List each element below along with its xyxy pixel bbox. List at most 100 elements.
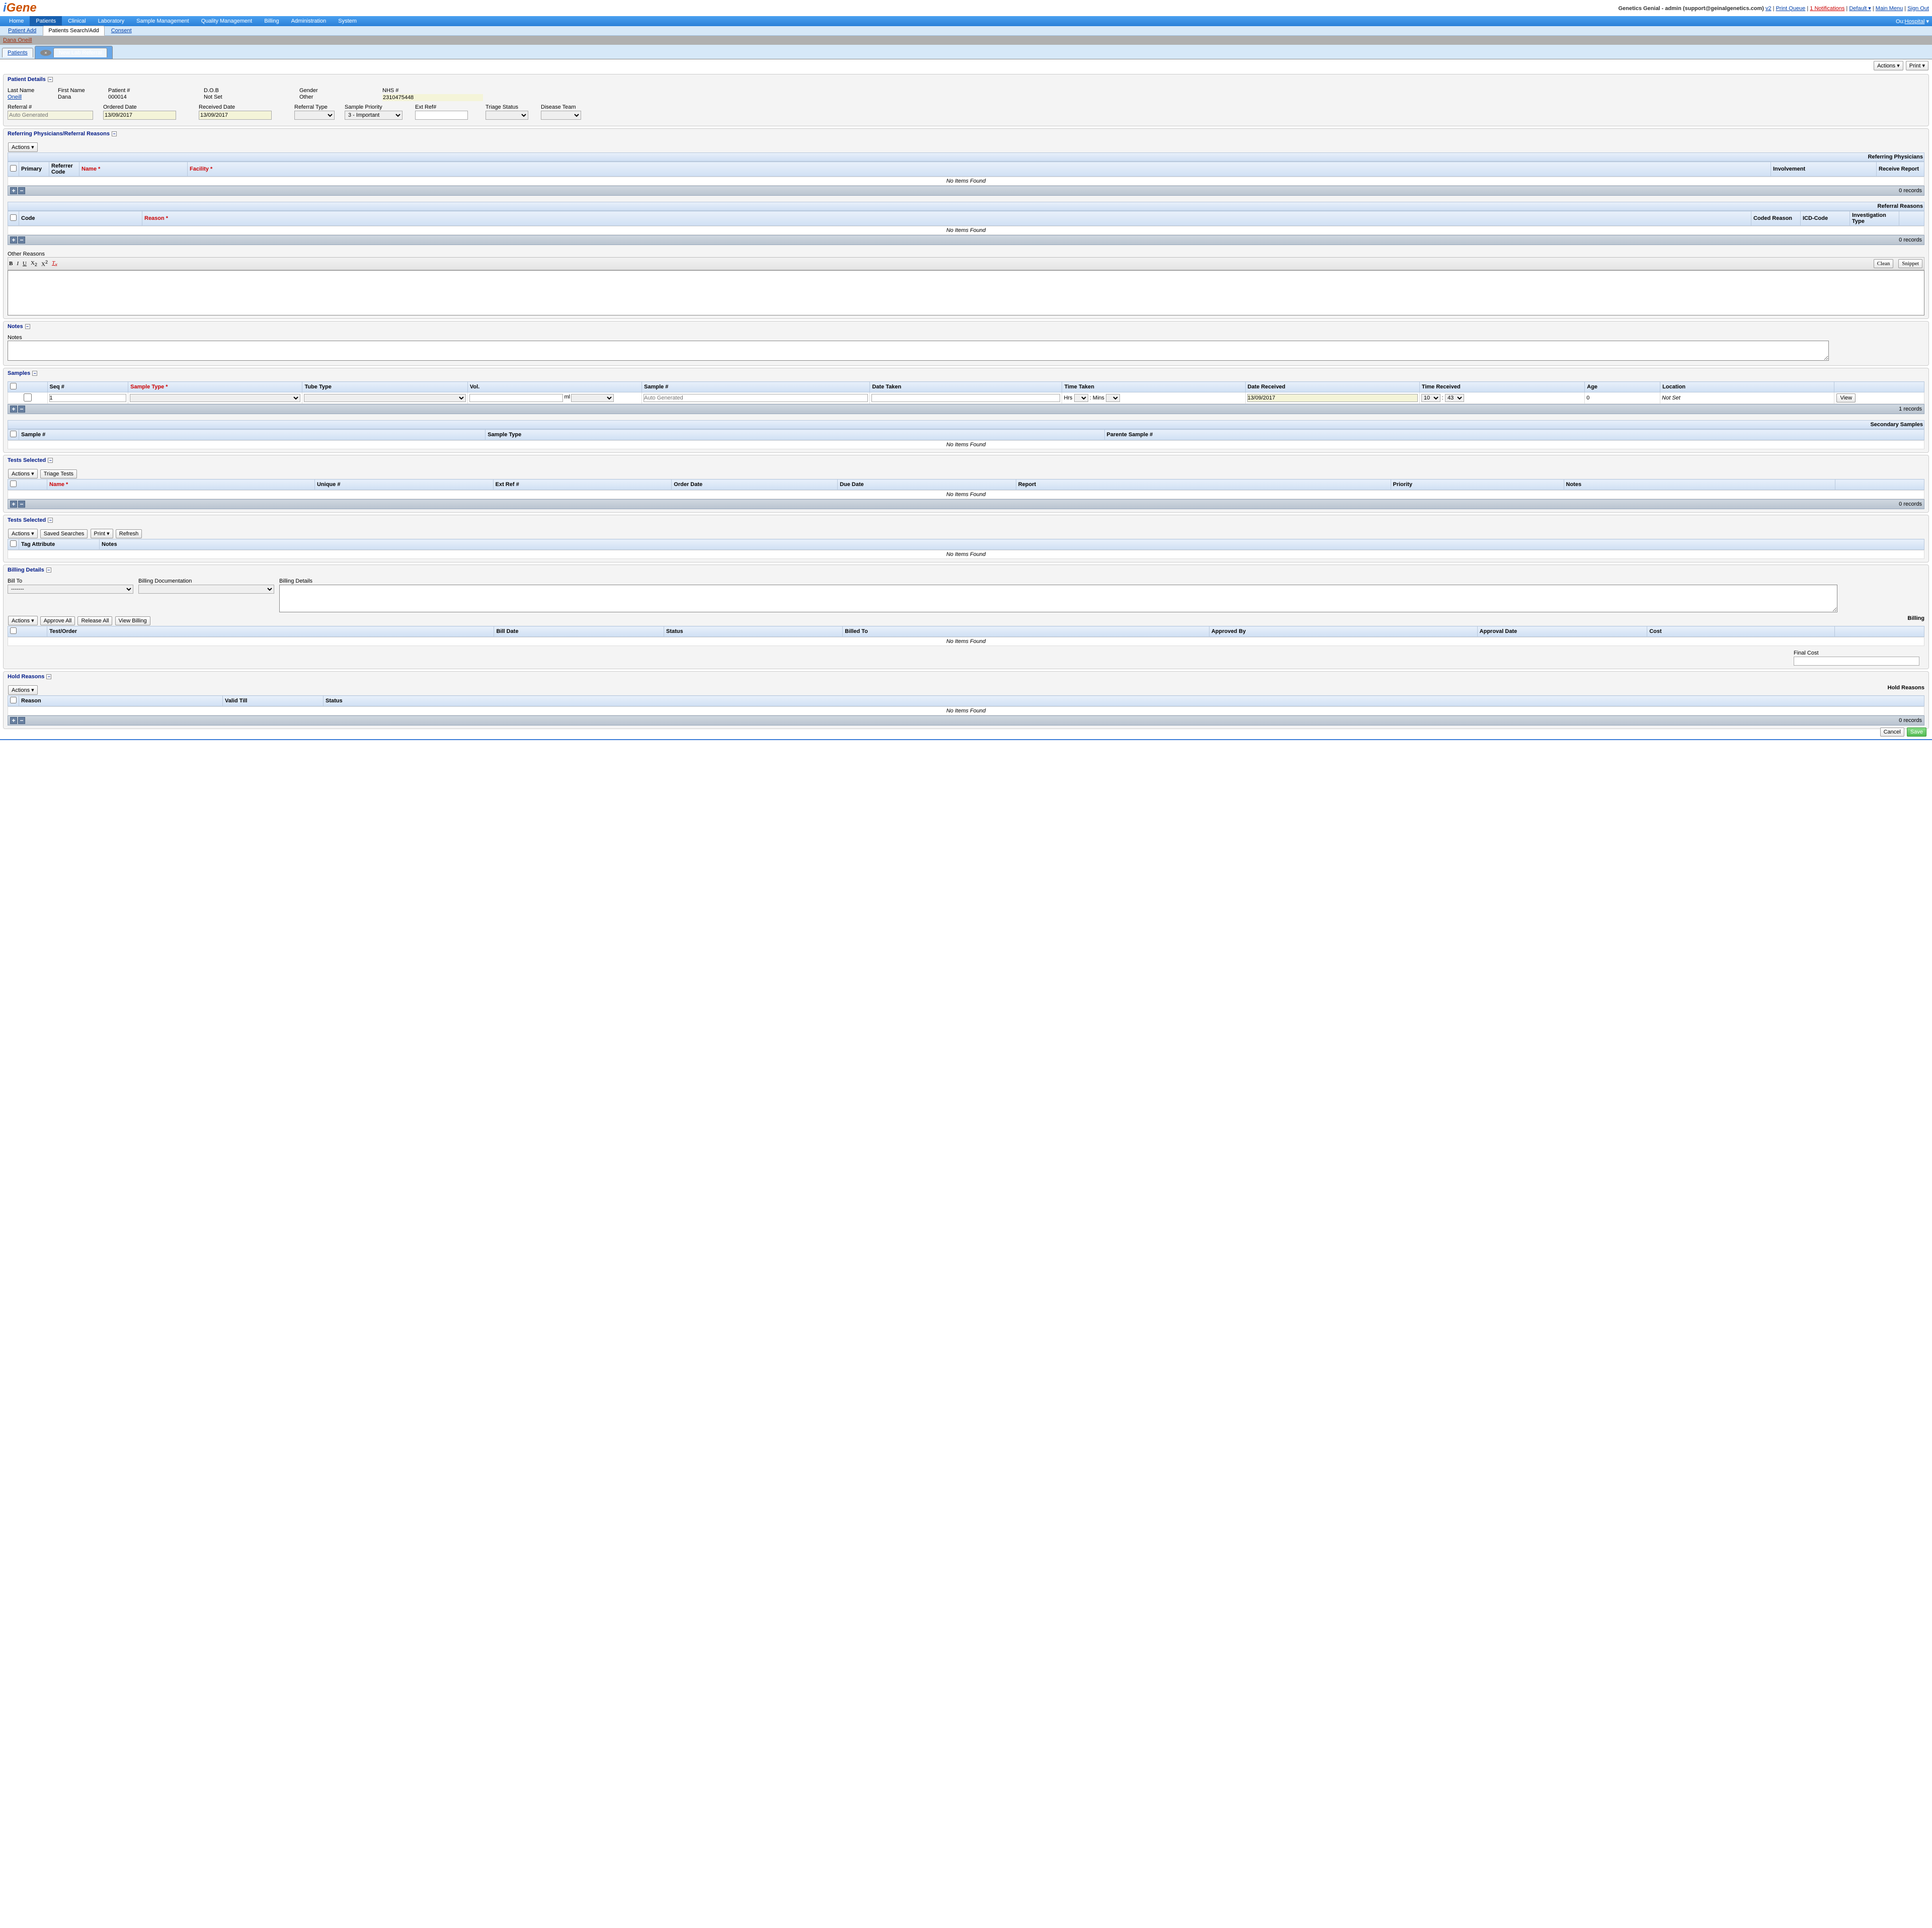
remove-icon[interactable]: − <box>18 501 25 508</box>
sample-type-select[interactable] <box>130 394 300 402</box>
release-all-button[interactable]: Release All <box>77 616 112 625</box>
superscript-icon[interactable]: X2 <box>41 260 48 268</box>
select-all-checkbox[interactable] <box>10 431 17 437</box>
remove-icon[interactable]: − <box>18 236 25 244</box>
tests1-actions-button[interactable]: Actions ▾ <box>8 469 38 478</box>
ref-phys-header[interactable]: Referring Physicians/Referral Reasons− <box>4 129 1928 139</box>
last-name-value[interactable]: Oneill <box>8 94 53 100</box>
add-icon[interactable]: + <box>10 187 17 194</box>
collapse-icon[interactable]: − <box>32 371 37 376</box>
mins-select[interactable] <box>1106 394 1120 402</box>
close-icon[interactable]: × <box>40 50 51 56</box>
sample-no-input[interactable] <box>643 394 868 402</box>
time-m-select[interactable]: 43 <box>1445 394 1464 402</box>
select-all-checkbox[interactable] <box>10 697 17 703</box>
bold-icon[interactable]: B <box>9 261 13 267</box>
refresh-button[interactable]: Refresh <box>116 529 142 538</box>
triage-tests-button[interactable]: Triage Tests <box>40 469 77 478</box>
tests2-print-button[interactable]: Print ▾ <box>91 529 113 538</box>
saved-searches-button[interactable]: Saved Searches <box>40 529 88 538</box>
nav-system[interactable]: System <box>332 16 363 26</box>
ext-ref-input[interactable] <box>415 111 468 120</box>
billing-details-textarea[interactable] <box>279 585 1837 612</box>
location-selector[interactable]: Ou:Hospital ▾ <box>1896 18 1929 25</box>
select-all-checkbox[interactable] <box>10 214 17 221</box>
nav-home[interactable]: Home <box>3 16 30 26</box>
subnav-search-add[interactable]: Patients Search/Add <box>43 26 104 36</box>
underline-icon[interactable]: U <box>23 261 27 267</box>
collapse-icon[interactable]: − <box>48 518 53 523</box>
default-link[interactable]: Default ▾ <box>1849 6 1871 12</box>
notes-textarea[interactable] <box>8 341 1829 361</box>
seq-input[interactable] <box>49 394 127 402</box>
nav-clinical[interactable]: Clinical <box>62 16 92 26</box>
collapse-icon[interactable]: − <box>46 568 51 573</box>
billing-actions-button[interactable]: Actions ▾ <box>8 616 38 625</box>
select-all-checkbox[interactable] <box>10 165 17 172</box>
collapse-icon[interactable]: − <box>48 77 53 82</box>
tab-patients[interactable]: Patients <box>2 48 33 57</box>
nav-billing[interactable]: Billing <box>258 16 285 26</box>
add-icon[interactable]: + <box>10 236 17 244</box>
clean-button[interactable]: Clean <box>1874 259 1894 268</box>
ordered-date-input[interactable] <box>103 111 176 120</box>
sample-priority-select[interactable]: 3 - Important <box>345 111 403 120</box>
add-icon[interactable]: + <box>10 501 17 508</box>
snippet-button[interactable]: Snippet <box>1898 259 1922 268</box>
clear-format-icon[interactable]: Tx <box>52 260 57 267</box>
collapse-icon[interactable]: − <box>25 324 30 329</box>
hold-actions-button[interactable]: Actions ▾ <box>8 685 38 695</box>
view-billing-button[interactable]: View Billing <box>115 616 150 625</box>
add-icon[interactable]: + <box>10 406 17 413</box>
remove-icon[interactable]: − <box>18 406 25 413</box>
date-received-input[interactable] <box>1247 394 1418 402</box>
billing-doc-select[interactable] <box>138 585 274 594</box>
print-button[interactable]: Print ▾ <box>1906 61 1928 70</box>
subscript-icon[interactable]: X2 <box>31 260 37 267</box>
vol-input[interactable] <box>469 394 564 402</box>
row-checkbox[interactable] <box>10 393 46 401</box>
nav-sample-mgmt[interactable]: Sample Management <box>130 16 195 26</box>
referral-type-select[interactable] <box>294 111 335 120</box>
subnav-patient-add[interactable]: Patient Add <box>3 26 41 35</box>
save-button[interactable]: Save <box>1907 728 1926 737</box>
notes-header[interactable]: Notes− <box>4 322 1928 332</box>
sign-out-link[interactable]: Sign Out <box>1907 6 1929 12</box>
approve-all-button[interactable]: Approve All <box>40 616 75 625</box>
tab-new-lab-referral[interactable]: ×New Lab Referral <box>35 46 113 59</box>
samples-header[interactable]: Samples− <box>4 368 1928 378</box>
billing-header[interactable]: Billing Details− <box>4 565 1928 575</box>
nav-quality-mgmt[interactable]: Quality Management <box>195 16 259 26</box>
tests1-header[interactable]: Tests Selected− <box>4 455 1928 465</box>
triage-select[interactable] <box>486 111 528 120</box>
actions-button[interactable]: Actions ▾ <box>1874 61 1903 70</box>
disease-team-select[interactable] <box>541 111 581 120</box>
select-all-checkbox[interactable] <box>10 540 17 547</box>
tests2-header[interactable]: Tests Selected− <box>4 515 1928 525</box>
billto-select[interactable]: ------- <box>8 585 133 594</box>
referral-no-input[interactable] <box>8 111 93 120</box>
collapse-icon[interactable]: − <box>46 674 51 679</box>
view-button[interactable]: View <box>1836 393 1856 403</box>
received-date-input[interactable] <box>199 111 272 120</box>
select-all-checkbox[interactable] <box>10 383 17 389</box>
main-menu-link[interactable]: Main Menu <box>1876 6 1903 12</box>
cancel-button[interactable]: Cancel <box>1880 728 1904 737</box>
v2-link[interactable]: v2 <box>1765 6 1772 12</box>
italic-icon[interactable]: I <box>17 261 19 267</box>
nav-admin[interactable]: Administration <box>285 16 333 26</box>
collapse-icon[interactable]: − <box>112 131 117 136</box>
breadcrumb[interactable]: Dana Oneill <box>0 36 1932 45</box>
hrs-select[interactable] <box>1074 394 1088 402</box>
add-icon[interactable]: + <box>10 717 17 724</box>
refphys-actions-button[interactable]: Actions ▾ <box>8 142 38 152</box>
other-reasons-editor[interactable] <box>8 270 1924 315</box>
select-all-checkbox[interactable] <box>10 627 17 634</box>
remove-icon[interactable]: − <box>18 187 25 194</box>
remove-icon[interactable]: − <box>18 717 25 724</box>
time-h-select[interactable]: 10 <box>1421 394 1440 402</box>
subnav-consent[interactable]: Consent <box>106 26 137 35</box>
collapse-icon[interactable]: − <box>48 458 53 463</box>
vol-unit-select[interactable] <box>571 394 614 402</box>
select-all-checkbox[interactable] <box>10 480 17 487</box>
